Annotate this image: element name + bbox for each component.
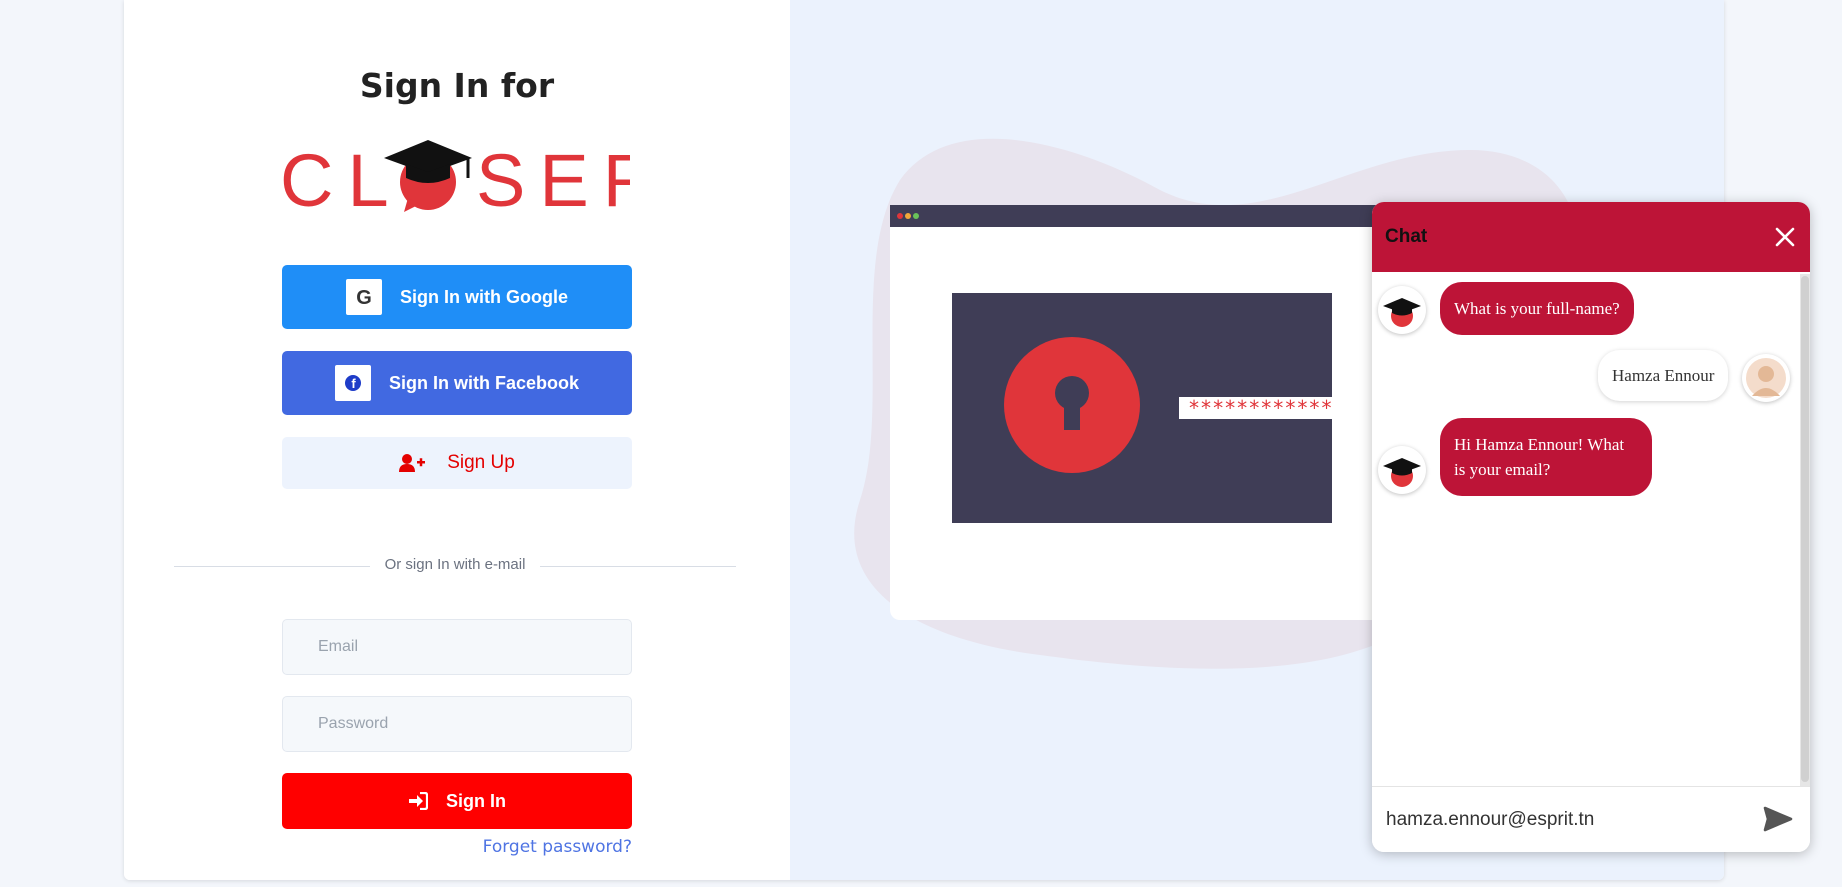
google-icon: G — [346, 279, 382, 315]
sign-up-label: Sign Up — [447, 452, 515, 473]
svg-text:G: G — [356, 287, 372, 308]
chat-scrollbar[interactable] — [1800, 274, 1810, 786]
page-title: Sign In for — [359, 66, 555, 105]
chat-message-input[interactable] — [1384, 801, 1748, 839]
chat-message-user: Hamza Ennour — [1598, 350, 1729, 401]
chat-messages: What is your full-name? Hamza Ennour Hi … — [1372, 272, 1798, 786]
sign-in-with-facebook-button[interactable]: f Sign In with Facebook — [282, 351, 632, 415]
divider-text: Or sign In with e-mail — [374, 556, 536, 573]
password-mask: ************ — [1188, 396, 1333, 420]
sign-in-with-google-button[interactable]: G Sign In with Google — [282, 265, 632, 329]
sign-in-button[interactable]: Sign In — [282, 773, 632, 829]
password-field[interactable] — [282, 696, 632, 752]
email-divider: Or sign In with e-mail — [174, 554, 736, 578]
chat-message-bot: What is your full-name? — [1440, 282, 1634, 335]
user-avatar — [1742, 354, 1790, 402]
scrollbar-thumb[interactable] — [1801, 276, 1809, 782]
svg-text:CL: CL — [280, 139, 403, 214]
chat-widget: Chat What is your full-name? Hamza Ennou… — [1372, 202, 1810, 852]
sign-in-icon — [408, 792, 428, 810]
facebook-icon: f — [334, 365, 371, 401]
sign-up-button[interactable]: Sign Up — [282, 437, 632, 489]
svg-text:SER: SER — [476, 139, 630, 214]
chat-header: Chat — [1372, 202, 1810, 272]
closer-logo: CL SER — [280, 139, 630, 214]
google-button-label: Sign In with Google — [400, 286, 568, 307]
forgot-password-link[interactable]: Forget password? — [483, 837, 632, 857]
chat-title: Chat — [1385, 226, 1428, 247]
send-icon[interactable] — [1762, 803, 1794, 835]
sign-in-panel: Sign In for CL SER G Sign In with Google… — [124, 0, 790, 880]
add-user-icon — [399, 453, 426, 473]
facebook-button-label: Sign In with Facebook — [388, 372, 579, 393]
bot-avatar — [1378, 446, 1426, 494]
close-icon[interactable] — [1772, 224, 1798, 250]
svg-text:f: f — [351, 376, 356, 391]
chat-message-bot: Hi Hamza Ennour! What is your email? — [1440, 418, 1652, 496]
chat-input-bar — [1372, 786, 1810, 852]
sign-in-label: Sign In — [446, 790, 506, 811]
bot-avatar — [1378, 286, 1426, 334]
email-field[interactable] — [282, 619, 632, 675]
